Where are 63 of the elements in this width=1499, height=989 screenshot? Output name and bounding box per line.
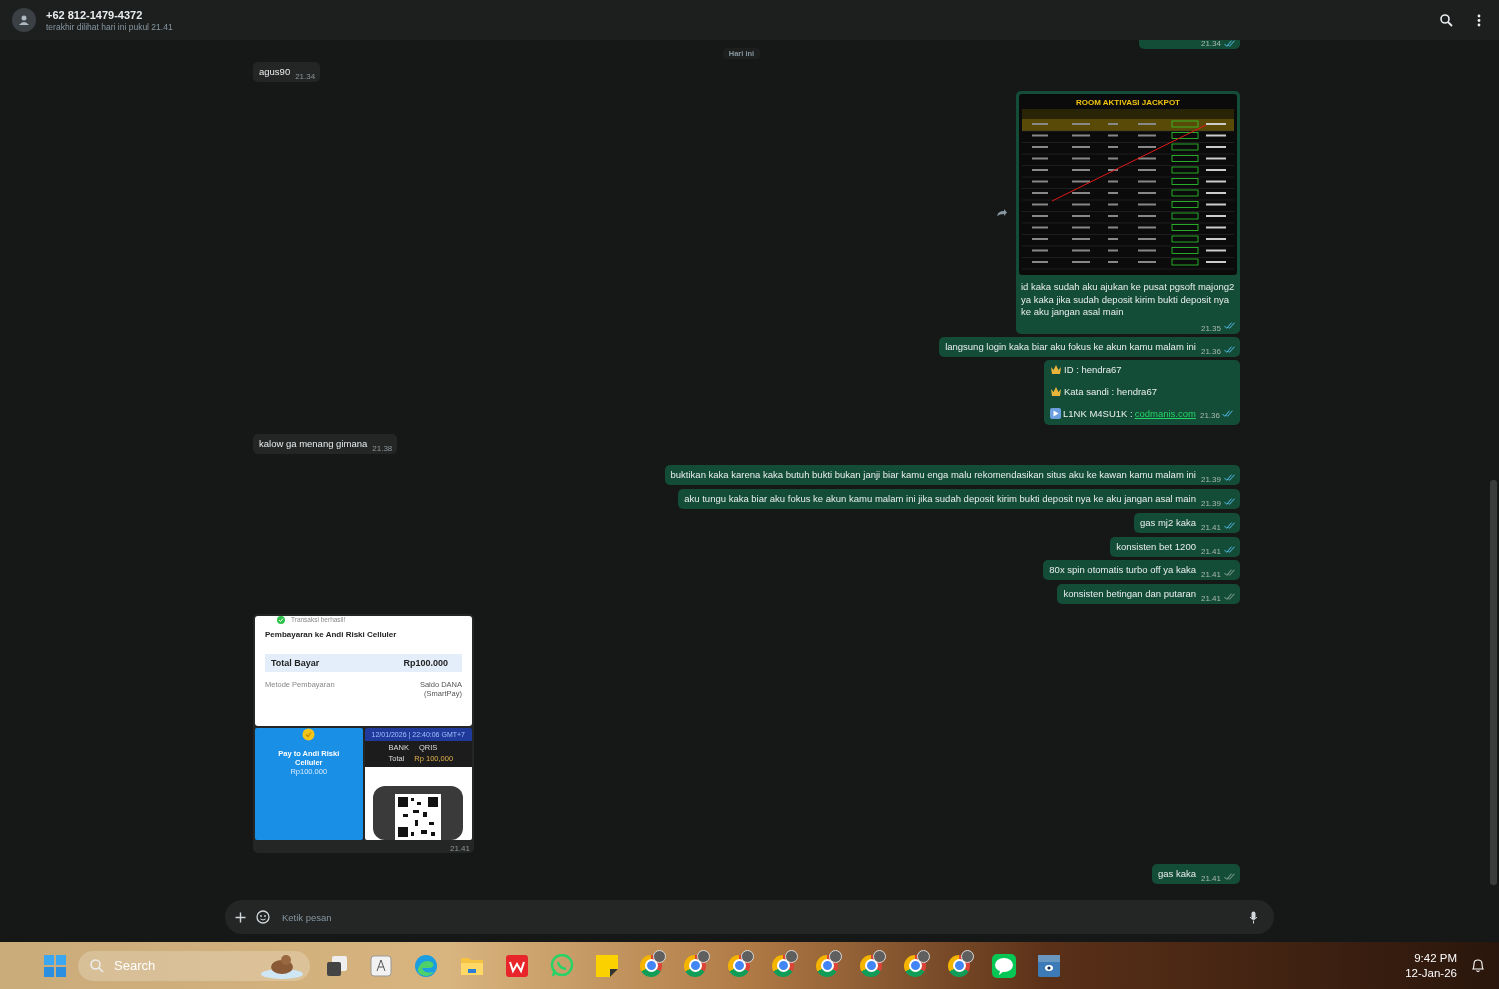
message-time: 21.41 (449, 843, 470, 853)
message-time: 21.41 (1200, 593, 1221, 603)
message-time: 21.34 (1200, 40, 1221, 48)
link-label: L1NK M4SU1K : (1063, 406, 1133, 421)
screenshot-title: ROOM AKTIVASI JACKPOT (1076, 97, 1180, 109)
message-text: 80x spin otomatis turbo off ya kaka (1049, 562, 1196, 577)
payee-text: Pembayaran ke Andi Riski Celluler (265, 629, 398, 639)
message-input-field[interactable]: Ketik pesan (225, 900, 1274, 934)
message-time: 21.35 (1200, 323, 1221, 333)
message-time: 21.41 (1200, 873, 1221, 883)
coin-icon (302, 727, 316, 741)
total-amount: Rp100.000 (403, 657, 448, 668)
message-text: id kaka sudah aku ajukan ke pusat pgsoft majong2 ya kaka jika sudah deposit kirim bukti deposit nya ke aku jangan asal main (1020, 280, 1236, 319)
task-view-icon[interactable] (326, 954, 348, 977)
message-text: agus90 (259, 65, 291, 79)
play-icon (1050, 408, 1061, 419)
last-seen-text: terakhir dilihat hari ini pukul 21.41 (46, 21, 174, 32)
menu-icon[interactable] (1477, 13, 1481, 27)
message-time: 21.34 (295, 72, 316, 81)
message-text: konsisten bet 1200 (1116, 539, 1196, 554)
app-window-icon[interactable] (1038, 954, 1060, 977)
message-time: 21.36 (1199, 411, 1220, 420)
message-time: 21.39 (1200, 474, 1221, 484)
plus-icon[interactable] (235, 911, 246, 923)
office-app-icon[interactable] (506, 954, 528, 977)
message-time: 21.38 (372, 443, 393, 453)
avatar-icon[interactable] (12, 8, 36, 32)
message-time: 21.41 (1200, 522, 1221, 532)
message-time: 21.41 (1200, 569, 1221, 579)
forward-icon[interactable] (996, 207, 1008, 217)
message-time: 21.36 (1200, 346, 1221, 356)
windows-start-icon[interactable] (44, 954, 66, 977)
website-link[interactable]: codmanis.com (1134, 408, 1196, 419)
crown-icon (1050, 364, 1062, 375)
message-text: aku tungu kaka biar aku fokus ke akun kamu malam ini jika sudah deposit kirim bukti deposit nya ke aku jangan asal main (684, 491, 1196, 506)
message-time: 21.41 (1200, 546, 1221, 556)
microphone-icon[interactable] (1249, 910, 1258, 924)
total-label: Total Bayar (271, 657, 320, 668)
search-placeholder: Search (114, 958, 157, 973)
message-text: kalow ga menang gimana (259, 436, 368, 451)
search-icon (90, 958, 104, 973)
message-text: ID : hendra67 (1064, 362, 1122, 377)
message-text: Kata sandi : hendra67 (1064, 384, 1157, 399)
scrollbar[interactable] (1490, 480, 1497, 885)
check-circle-icon (277, 615, 285, 624)
search-icon[interactable] (1440, 13, 1453, 27)
contact-name[interactable]: +62 812-1479-4372 (46, 8, 1416, 21)
keyboard-app-icon[interactable] (370, 954, 392, 977)
message-text: gas kaka (1157, 866, 1196, 881)
sticker-icon[interactable] (256, 910, 270, 924)
clock-time[interactable]: 9:42 PM (1414, 952, 1457, 964)
notification-bell-icon[interactable] (1471, 958, 1485, 973)
message-time: 21.39 (1200, 498, 1221, 508)
message-text: gas mj2 kaka (1140, 515, 1196, 530)
crown-icon (1050, 386, 1062, 397)
message-text: langsung login kaka biar aku fokus ke akun kamu malam ini (945, 339, 1196, 354)
clock-date[interactable]: 12-Jan-26 (1405, 967, 1457, 979)
message-input[interactable]: Ketik pesan (280, 910, 1239, 924)
jackpot-screenshot[interactable]: ROOM AKTIVASI JACKPOT (1019, 94, 1237, 275)
sticky-note-icon[interactable] (596, 954, 618, 977)
message-text: konsisten betingan dan putaran (1063, 586, 1196, 601)
message-text: buktikan kaka karena kaka butuh bukti bukan janji biar kamu enga malu rekomendasikan situs aku ke kawan kamu malam ini (670, 467, 1196, 482)
messenger-app-icon[interactable] (992, 953, 1016, 978)
